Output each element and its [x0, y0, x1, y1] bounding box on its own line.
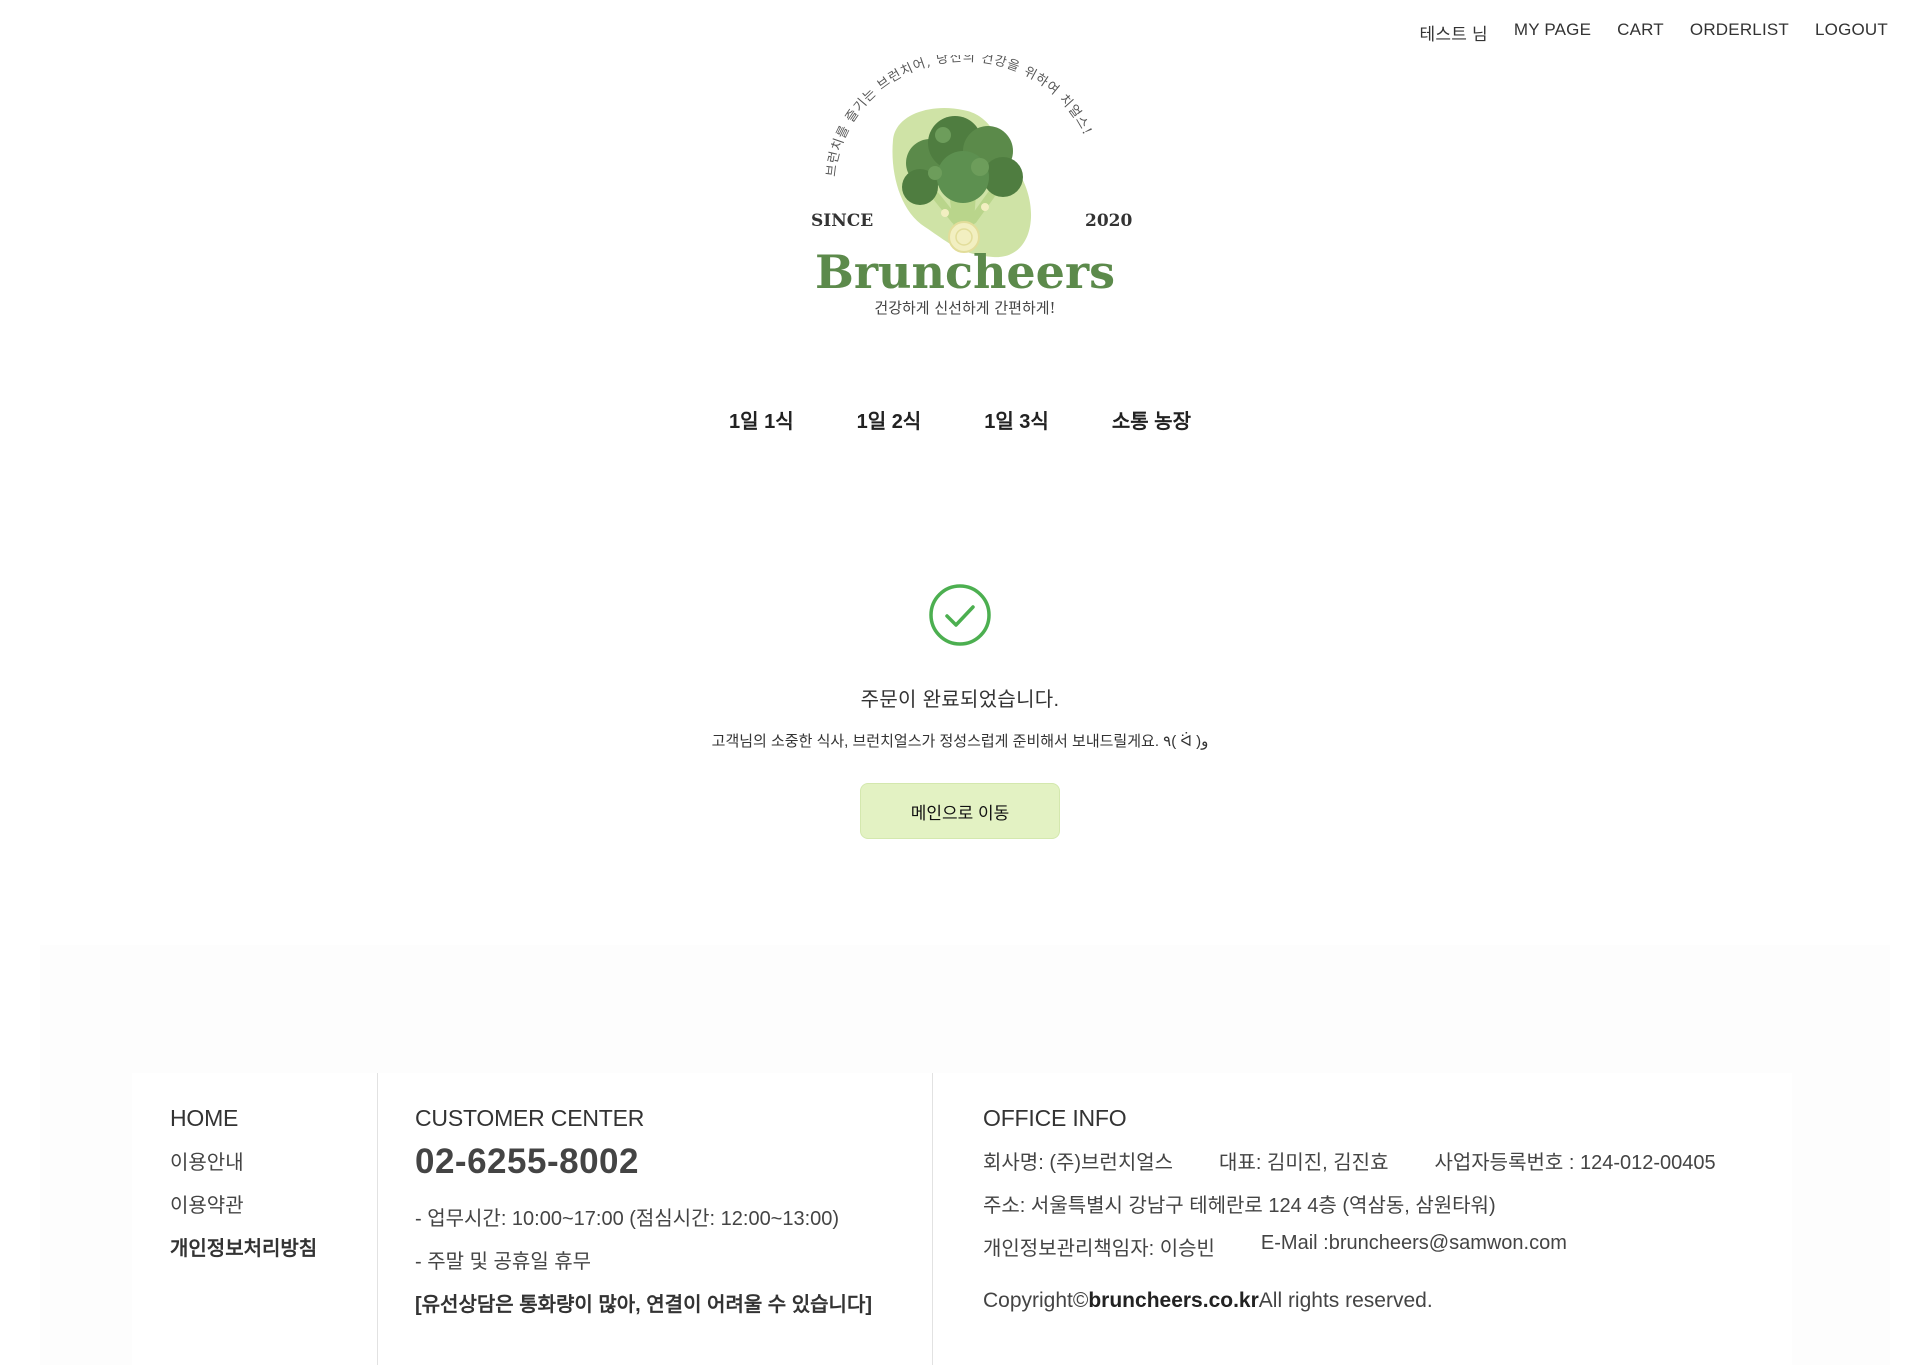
order-complete-message: 고객님의 소중한 식사, 브런치얼스가 정성스럽게 준비해서 보내드릴게요. ٩… — [711, 733, 1209, 750]
footer-office-heading: OFFICE INFO — [983, 1105, 1127, 1131]
company-name: 회사명: (주)브런치얼스 — [983, 1152, 1174, 1174]
footer-customer-column: CUSTOMER CENTER 02-6255-8002 - 업무시간: 10:… — [377, 1073, 932, 1365]
site-logo[interactable]: 브런치를 즐기는 브런치어, 당신의 건강을 위하여 치얼스! SINCE 20… — [795, 50, 1135, 335]
copyright-prefix: Copyright© — [983, 1289, 1089, 1312]
order-complete-title: 주문이 완료되었습니다. — [860, 689, 1060, 711]
footer-customer-heading: CUSTOMER CENTER — [415, 1105, 645, 1131]
contact-email: E-Mail :bruncheers@samwon.com — [1260, 1232, 1567, 1254]
site-footer: HOME 이용안내 이용약관 개인정보처리방침 CUSTOMER CENTER … — [132, 1073, 1792, 1365]
orderlist-link[interactable]: ORDERLIST — [1690, 20, 1789, 45]
cart-link[interactable]: CART — [1617, 20, 1664, 45]
phone-consult-notice: [유선상담은 통화량이 많아, 연결이 어려울 수 있습니다] — [415, 1294, 873, 1316]
logout-link[interactable]: LOGOUT — [1815, 20, 1888, 45]
footer-office-column: OFFICE INFO 회사명: (주)브런치얼스 대표: 김미진, 김진효 사… — [932, 1073, 1792, 1365]
business-hours: - 업무시간: 10:00~17:00 (점심시간: 12:00~13:00) — [415, 1208, 840, 1230]
go-main-button[interactable]: 메인으로 이동 — [860, 783, 1060, 839]
ceo-name: 대표: 김미진, 김진효 — [1219, 1152, 1389, 1174]
my-page-link[interactable]: MY PAGE — [1514, 20, 1591, 45]
menu-item-one-meal[interactable]: 1일 1식 — [729, 405, 794, 434]
customer-phone: 02-6255-8002 — [415, 1142, 639, 1181]
holiday-notice: - 주말 및 공휴일 휴무 — [415, 1251, 592, 1273]
menu-item-community-farm[interactable]: 소통 농장 — [1112, 405, 1191, 434]
order-complete-section: 주문이 완료되었습니다. 고객님의 소중한 식사, 브런치얼스가 정성스럽게 준… — [0, 583, 1920, 839]
check-circle-icon — [929, 584, 991, 646]
logo-brand: Bruncheers — [815, 245, 1115, 299]
logo-since: SINCE — [811, 211, 873, 231]
footer-link-guide[interactable]: 이용안내 — [170, 1146, 368, 1175]
privacy-officer: 개인정보관리책임자: 이승빈 — [983, 1238, 1215, 1260]
user-greeting[interactable]: 테스트 님 — [1420, 20, 1488, 45]
broccoli-logo-icon: 브런치를 즐기는 브런치어, 당신의 건강을 위하여 치얼스! SINCE 20… — [811, 50, 1132, 317]
footer-home-heading[interactable]: HOME — [170, 1105, 368, 1132]
top-utility-nav: 테스트 님 MY PAGE CART ORDERLIST LOGOUT — [1420, 20, 1888, 45]
footer-link-terms[interactable]: 이용약관 — [170, 1189, 368, 1218]
company-address: 주소: 서울특별시 강남구 테헤란로 124 4층 (역삼동, 삼원타워) — [983, 1195, 1496, 1217]
menu-item-three-meals[interactable]: 1일 3식 — [984, 405, 1049, 434]
footer-link-privacy[interactable]: 개인정보처리방침 — [170, 1232, 368, 1261]
main-menu: 1일 1식 1일 2식 1일 3식 소통 농장 — [0, 405, 1920, 434]
business-number: 사업자등록번호 : 124-012-00405 — [1434, 1152, 1716, 1174]
logo-slogan: 건강하게 신선하게 간편하게! — [874, 299, 1055, 317]
copyright-domain: bruncheers.co.kr — [1088, 1289, 1259, 1312]
logo-year: 2020 — [1085, 211, 1132, 231]
menu-item-two-meals[interactable]: 1일 2식 — [857, 405, 922, 434]
contact-row: 개인정보관리책임자: 이승빈 E-Mail :bruncheers@samwon… — [983, 1232, 1792, 1261]
copyright: Copyright©bruncheers.co.krAll rights res… — [983, 1289, 1792, 1313]
copyright-suffix: All rights reserved. — [1258, 1289, 1433, 1312]
footer-home-column: HOME 이용안내 이용약관 개인정보처리방침 — [170, 1073, 368, 1365]
company-info-row: 회사명: (주)브런치얼스 대표: 김미진, 김진효 사업자등록번호 : 124… — [983, 1146, 1792, 1175]
